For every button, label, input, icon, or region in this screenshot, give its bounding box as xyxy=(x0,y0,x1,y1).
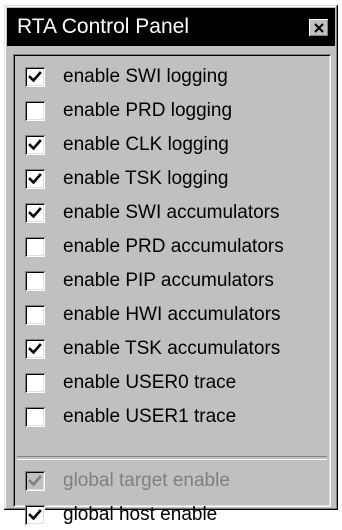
option-enable-pip-accumulators[interactable]: enable PIP accumulators xyxy=(25,266,325,296)
option-enable-user0-trace[interactable]: enable USER0 trace xyxy=(25,368,325,398)
checkmark-icon xyxy=(28,475,42,487)
window-title: RTA Control Panel xyxy=(17,15,189,38)
option-enable-swi-accumulators[interactable]: enable SWI accumulators xyxy=(25,198,325,228)
checkbox xyxy=(25,471,45,491)
checkmark-icon xyxy=(28,343,42,355)
option-enable-swi-logging[interactable]: enable SWI logging xyxy=(25,62,325,92)
option-label: global host enable xyxy=(63,504,218,525)
checkmark-icon xyxy=(28,173,42,185)
option-label: enable PRD accumulators xyxy=(63,236,284,257)
option-label: global target enable xyxy=(63,470,230,491)
option-label: enable TSK logging xyxy=(63,168,229,189)
option-label: enable HWI accumulators xyxy=(63,304,281,325)
rta-control-panel-window: RTA Control Panel enable SWI logging ena… xyxy=(4,5,338,525)
close-button[interactable] xyxy=(309,19,329,37)
option-global-host-enable[interactable]: global host enable xyxy=(25,500,325,530)
option-label: enable PIP accumulators xyxy=(63,270,274,291)
checkmark-icon xyxy=(28,207,42,219)
checkbox[interactable] xyxy=(25,373,45,393)
option-enable-user1-trace[interactable]: enable USER1 trace xyxy=(25,402,325,432)
option-enable-clk-logging[interactable]: enable CLK logging xyxy=(25,130,325,160)
checkbox[interactable] xyxy=(25,339,45,359)
separator xyxy=(17,456,327,460)
option-global-target-enable: global target enable xyxy=(25,466,325,496)
option-enable-hwi-accumulators[interactable]: enable HWI accumulators xyxy=(25,300,325,330)
checkmark-icon xyxy=(28,509,42,521)
option-label: enable USER1 trace xyxy=(63,406,237,427)
option-label: enable SWI accumulators xyxy=(63,202,280,223)
option-label: enable PRD logging xyxy=(63,100,233,121)
checkbox[interactable] xyxy=(25,505,45,525)
option-enable-tsk-accumulators[interactable]: enable TSK accumulators xyxy=(25,334,325,364)
checkbox[interactable] xyxy=(25,169,45,189)
checkbox[interactable] xyxy=(25,305,45,325)
option-label: enable SWI logging xyxy=(63,66,228,87)
checkbox[interactable] xyxy=(25,101,45,121)
checkbox[interactable] xyxy=(25,203,45,223)
option-enable-prd-logging[interactable]: enable PRD logging xyxy=(25,96,325,126)
checkbox[interactable] xyxy=(25,237,45,257)
checkmark-icon xyxy=(28,139,42,151)
checkbox[interactable] xyxy=(25,135,45,155)
option-label: enable TSK accumulators xyxy=(63,338,281,359)
option-enable-tsk-logging[interactable]: enable TSK logging xyxy=(25,164,325,194)
checkbox[interactable] xyxy=(25,67,45,87)
option-label: enable USER0 trace xyxy=(63,372,237,393)
checkmark-icon xyxy=(28,71,42,83)
option-label: enable CLK logging xyxy=(63,134,229,155)
option-enable-prd-accumulators[interactable]: enable PRD accumulators xyxy=(25,232,325,262)
options-panel: enable SWI logging enable PRD logging en… xyxy=(13,54,331,525)
checkbox[interactable] xyxy=(25,271,45,291)
checkbox[interactable] xyxy=(25,407,45,427)
title-bar[interactable]: RTA Control Panel xyxy=(7,8,335,46)
